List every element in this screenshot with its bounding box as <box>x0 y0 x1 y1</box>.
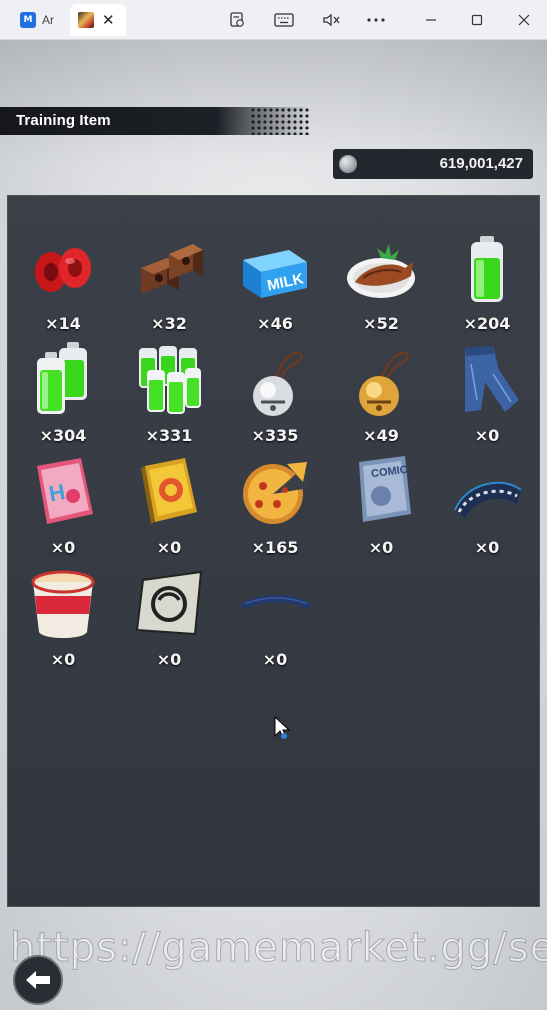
item-count: ×204 <box>463 314 511 333</box>
app-logo-icon: M <box>20 12 36 28</box>
page-settings-icon[interactable] <box>224 8 250 32</box>
item-slot[interactable]: H ×0 <box>13 452 113 562</box>
keyboard-icon[interactable] <box>271 8 297 32</box>
page-title: Training Item <box>16 112 111 129</box>
mouse-cursor-icon <box>274 715 291 747</box>
back-arrow-icon <box>26 971 50 989</box>
item-grid-panel: ×14 ×32 MILK ×46 ×52 ×204 ×304 ×331 ×335… <box>7 195 540 907</box>
item-slot[interactable]: MILK ×46 <box>225 228 325 338</box>
item-slot[interactable]: ×0 <box>119 452 219 562</box>
item-slot[interactable]: ×32 <box>119 228 219 338</box>
item-slot[interactable]: ×165 <box>225 452 325 562</box>
item-slot[interactable]: ×0 <box>13 564 113 674</box>
browser-tab-app[interactable]: M Ar <box>8 4 66 36</box>
item-slot[interactable]: ×14 <box>13 228 113 338</box>
green-battery-icon <box>471 236 503 302</box>
jeans-icon <box>465 346 519 412</box>
watermark-text: https://gamemarket.gg/seller/ <box>10 925 547 972</box>
item-slot[interactable]: ×335 <box>225 340 325 450</box>
item-count: ×0 <box>156 538 182 557</box>
item-slot[interactable]: ×0 <box>225 564 325 674</box>
blue-headband-icon <box>241 595 311 610</box>
window-titlebar: M Ar ✕ <box>0 0 547 40</box>
item-count: ×0 <box>368 538 394 557</box>
item-slot[interactable]: ×0 <box>437 340 537 450</box>
maximize-icon[interactable] <box>464 8 490 32</box>
game-screen: Training Item 619,001,427 ×14 ×32 MILK ×… <box>0 40 547 1010</box>
coin-icon <box>339 155 357 173</box>
tab-title: Ar <box>42 13 54 27</box>
item-count: ×49 <box>363 426 399 445</box>
yellow-book-icon <box>141 458 197 524</box>
striped-band-icon <box>454 481 522 518</box>
cup-noodle-icon <box>31 570 95 638</box>
item-count: ×0 <box>474 426 500 445</box>
item-count: ×0 <box>474 538 500 557</box>
battery-pack-icon <box>139 346 201 414</box>
currency-value: 619,001,427 <box>439 155 523 172</box>
item-count: ×32 <box>151 314 187 333</box>
browser-tab-game[interactable]: ✕ <box>70 4 126 36</box>
close-icon[interactable] <box>511 8 537 32</box>
item-count: ×0 <box>50 538 76 557</box>
more-icon[interactable] <box>363 8 389 32</box>
game-thumbnail-icon <box>78 12 94 28</box>
mute-icon[interactable] <box>318 8 344 32</box>
fish-dish-icon <box>347 244 415 298</box>
item-count: ×14 <box>45 314 81 333</box>
minimize-icon[interactable] <box>418 8 444 32</box>
milk-carton-icon: MILK <box>243 250 307 298</box>
item-slot[interactable]: ×304 <box>13 340 113 450</box>
item-slot[interactable]: COMIC ×0 <box>331 452 431 562</box>
item-count: ×46 <box>257 314 293 333</box>
item-count: ×304 <box>39 426 87 445</box>
red-weights-icon <box>35 248 91 292</box>
pizza-icon <box>243 462 309 524</box>
item-slot[interactable]: ×49 <box>331 340 431 450</box>
item-count: ×335 <box>251 426 299 445</box>
item-count: ×165 <box>251 538 299 557</box>
pink-magazine-icon: H <box>37 458 93 524</box>
gold-bell-icon <box>359 351 409 416</box>
silver-bell-icon <box>253 351 303 416</box>
symbol-card-icon <box>135 570 203 636</box>
item-count: ×331 <box>145 426 193 445</box>
item-count: ×52 <box>363 314 399 333</box>
brick-blocks-icon <box>141 244 203 294</box>
item-count: ×0 <box>262 650 288 669</box>
comic-book-icon: COMIC <box>359 456 411 522</box>
item-slot[interactable]: ×0 <box>119 564 219 674</box>
item-slot[interactable]: ×52 <box>331 228 431 338</box>
item-count: ×0 <box>156 650 182 669</box>
item-count: ×0 <box>50 650 76 669</box>
tab-close-icon[interactable]: ✕ <box>102 11 115 29</box>
back-button[interactable] <box>13 955 63 1005</box>
currency-display: 619,001,427 <box>333 149 533 179</box>
item-slot[interactable]: ×0 <box>437 452 537 562</box>
item-slot[interactable]: ×204 <box>437 228 537 338</box>
battery-pair-icon <box>37 342 87 414</box>
item-slot[interactable]: ×331 <box>119 340 219 450</box>
